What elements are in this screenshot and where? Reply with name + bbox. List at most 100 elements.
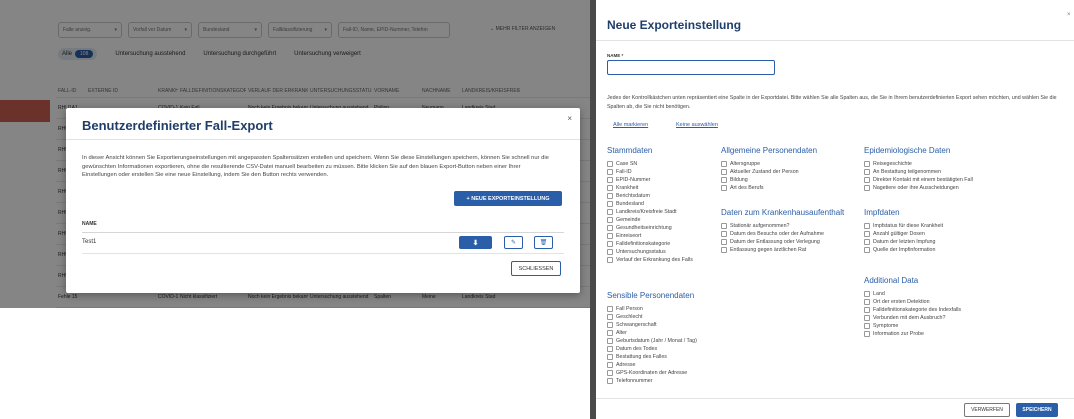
checkbox-icon[interactable] — [864, 331, 870, 337]
checkbox-icon[interactable] — [864, 291, 870, 297]
column-checkbox[interactable]: Alter — [607, 329, 697, 337]
column-checkbox[interactable]: Untersuchungsstatus — [607, 248, 693, 256]
checkbox-icon[interactable] — [607, 322, 613, 328]
column-checkbox[interactable]: Fall-ID — [607, 168, 693, 176]
column-checkbox[interactable]: Aktueller Zustand der Person — [721, 168, 817, 176]
column-checkbox[interactable]: Quelle der Impfinformation — [864, 246, 943, 254]
save-button[interactable]: SPEICHERN — [1016, 403, 1058, 417]
column-checkbox[interactable]: Krankheit — [607, 184, 693, 192]
select-none-link[interactable]: Keine auswählen — [676, 122, 718, 128]
checkbox-icon[interactable] — [721, 223, 727, 229]
column-checkbox[interactable]: Impfstatus für diese Krankheit — [864, 222, 943, 230]
checkbox-icon[interactable] — [607, 346, 613, 352]
column-checkbox[interactable]: Gemeinde — [607, 216, 693, 224]
checkbox-icon[interactable] — [721, 239, 727, 245]
checkbox-icon[interactable] — [721, 161, 727, 167]
discard-button[interactable]: VERWERFEN — [964, 403, 1010, 417]
checkbox-icon[interactable] — [607, 233, 613, 239]
column-checkbox[interactable]: Verlauf der Erkrankung des Falls — [607, 256, 693, 264]
column-checkbox[interactable]: Adresse — [607, 361, 697, 369]
column-checkbox[interactable]: Reisegeschichte — [864, 160, 973, 168]
checkbox-icon[interactable] — [864, 307, 870, 313]
checkbox-icon[interactable] — [607, 177, 613, 183]
column-checkbox[interactable]: An Bestattung teilgenommen — [864, 168, 973, 176]
column-checkbox[interactable]: Telefonnummer — [607, 377, 697, 385]
column-checkbox[interactable]: Datum des Besuchs oder der Aufnahme — [721, 230, 844, 238]
column-checkbox[interactable]: Direkter Kontakt mit einem bestätigten F… — [864, 176, 973, 184]
checkbox-icon[interactable] — [864, 231, 870, 237]
column-checkbox[interactable]: Geschlecht — [607, 313, 697, 321]
column-checkbox[interactable]: Datum des Todes — [607, 345, 697, 353]
column-checkbox[interactable]: Nagetiere oder ihre Ausscheidungen — [864, 184, 973, 192]
checkbox-icon[interactable] — [864, 315, 870, 321]
column-checkbox[interactable]: Bestattung des Falles — [607, 353, 697, 361]
checkbox-icon[interactable] — [607, 378, 613, 384]
new-export-setting-button[interactable]: + NEUE EXPORTEINSTELLUNG — [454, 191, 562, 206]
column-checkbox[interactable]: Landkreis/Kreisfreie Stadt — [607, 208, 693, 216]
checkbox-icon[interactable] — [607, 241, 613, 247]
checkbox-icon[interactable] — [721, 231, 727, 237]
checkbox-icon[interactable] — [607, 338, 613, 344]
checkbox-icon[interactable] — [864, 169, 870, 175]
column-checkbox[interactable]: Case SN — [607, 160, 693, 168]
checkbox-icon[interactable] — [864, 299, 870, 305]
select-all-link[interactable]: Alle markieren — [613, 122, 648, 128]
checkbox-icon[interactable] — [607, 193, 613, 199]
column-checkbox[interactable]: Land — [864, 290, 961, 298]
checkbox-icon[interactable] — [607, 314, 613, 320]
close-icon[interactable]: × — [567, 114, 572, 123]
checkbox-icon[interactable] — [864, 323, 870, 329]
column-checkbox[interactable]: Gesundheitseinrichtung — [607, 224, 693, 232]
checkbox-icon[interactable] — [607, 217, 613, 223]
checkbox-icon[interactable] — [607, 257, 613, 263]
column-checkbox[interactable]: Altersgruppe — [721, 160, 817, 168]
name-input[interactable] — [607, 60, 775, 75]
checkbox-icon[interactable] — [864, 247, 870, 253]
checkbox-icon[interactable] — [864, 223, 870, 229]
column-checkbox[interactable]: Bundesland — [607, 200, 693, 208]
column-checkbox[interactable]: Verbunden mit dem Ausbruch? — [864, 314, 961, 322]
column-checkbox[interactable]: Information zur Probe — [864, 330, 961, 338]
checkbox-icon[interactable] — [721, 177, 727, 183]
column-checkbox[interactable]: Symptome — [864, 322, 961, 330]
column-checkbox[interactable]: Datum der letzten Impfung — [864, 238, 943, 246]
checkbox-icon[interactable] — [864, 177, 870, 183]
download-button[interactable]: ⬇ — [459, 236, 492, 249]
column-checkbox[interactable]: Geburtsdatum (Jahr / Monat / Tag) — [607, 337, 697, 345]
checkbox-icon[interactable] — [607, 185, 613, 191]
checkbox-icon[interactable] — [607, 362, 613, 368]
checkbox-icon[interactable] — [607, 370, 613, 376]
column-checkbox[interactable]: Falldefinitionskategorie des Indexfalls — [864, 306, 961, 314]
checkbox-icon[interactable] — [607, 330, 613, 336]
column-checkbox[interactable]: Berichtsdatum — [607, 192, 693, 200]
checkbox-icon[interactable] — [607, 169, 613, 175]
column-checkbox[interactable]: Entlassung gegen ärztlichen Rat — [721, 246, 844, 254]
checkbox-icon[interactable] — [607, 306, 613, 312]
column-checkbox[interactable]: Schwangerschaft — [607, 321, 697, 329]
column-checkbox[interactable]: Falldefinitionskategorie — [607, 240, 693, 248]
checkbox-icon[interactable] — [607, 161, 613, 167]
column-checkbox[interactable]: Bildung — [721, 176, 817, 184]
checkbox-icon[interactable] — [721, 169, 727, 175]
checkbox-icon[interactable] — [721, 247, 727, 253]
checkbox-icon[interactable] — [864, 161, 870, 167]
checkbox-icon[interactable] — [607, 209, 613, 215]
checkbox-icon[interactable] — [607, 249, 613, 255]
column-checkbox[interactable]: GPS-Koordinaten der Adresse — [607, 369, 697, 377]
checkbox-icon[interactable] — [721, 185, 727, 191]
close-button[interactable]: SCHLIESSEN — [511, 261, 561, 276]
column-checkbox[interactable]: Stationär aufgenommen? — [721, 222, 844, 230]
column-checkbox[interactable]: Art des Berufs — [721, 184, 817, 192]
close-icon[interactable]: × — [1067, 12, 1071, 18]
column-checkbox[interactable]: Anzahl gültiger Dosen — [864, 230, 943, 238]
edit-button[interactable]: ✎ — [504, 236, 523, 249]
checkbox-icon[interactable] — [864, 185, 870, 191]
checkbox-icon[interactable] — [607, 354, 613, 360]
checkbox-icon[interactable] — [607, 201, 613, 207]
checkbox-icon[interactable] — [864, 239, 870, 245]
column-checkbox[interactable]: Ort der ersten Detektion — [864, 298, 961, 306]
column-checkbox[interactable]: EPID-Nummer — [607, 176, 693, 184]
checkbox-icon[interactable] — [607, 225, 613, 231]
delete-button[interactable]: 🗑 — [534, 236, 553, 249]
column-checkbox[interactable]: Fall Person — [607, 305, 697, 313]
